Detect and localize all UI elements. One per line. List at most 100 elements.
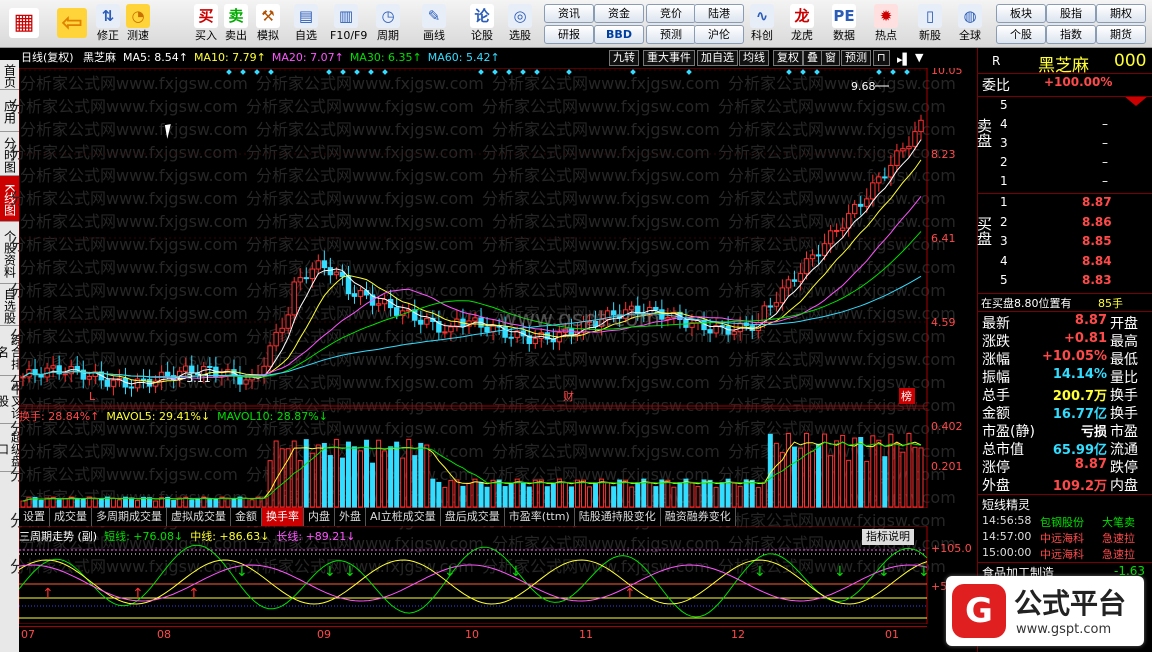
chart-button-均线[interactable]: 均线	[739, 50, 769, 66]
candle-body	[454, 318, 460, 328]
sell-price: –	[1102, 174, 1108, 188]
chart-button-复权[interactable]: 复权	[773, 50, 803, 66]
toolbar-pill-板块[interactable]: 板块	[996, 4, 1046, 23]
volume-bar	[80, 498, 86, 508]
toolbar-button-自选[interactable]: ▤ 自选	[290, 2, 322, 46]
toolbar-button-龙虎[interactable]: 龙龙虎	[786, 2, 818, 46]
toolbar-button-选股[interactable]: ◎ 选股	[504, 2, 536, 46]
toolbar-button-模拟[interactable]: ⚒ 模拟	[252, 2, 284, 46]
toolbar-button-科创[interactable]: ∿ 科创	[746, 2, 778, 46]
candle-body	[279, 327, 285, 333]
chart-button-窗[interactable]: 窗	[821, 50, 840, 66]
toolbar-button-买入[interactable]: 买买入	[190, 2, 222, 46]
volume-bar	[647, 482, 653, 508]
indicator-tab-盘后成交量[interactable]: 盘后成交量	[440, 508, 505, 526]
short-elf-row[interactable]: 14:56:58 包钢股份 大笔卖	[978, 514, 1152, 530]
short-elf-row[interactable]: 14:57:00 中远海科 急速拉	[978, 530, 1152, 546]
volume-bar	[98, 498, 104, 508]
candle-body	[894, 150, 900, 166]
toolbar-pill-指数[interactable]: 指数	[1046, 25, 1096, 44]
indicator-tab-融资融券变化[interactable]: 融资融券变化	[660, 508, 736, 526]
left-tab-K线图[interactable]: K线图	[0, 176, 19, 222]
toolbar-button-label: 周期	[377, 29, 399, 42]
ma-label: MA30: 6.35↑	[349, 51, 422, 64]
toolbar-pill-期货[interactable]: 期货	[1096, 25, 1146, 44]
toolbar-button-修正[interactable]: ⇅ 修正	[92, 2, 124, 46]
stat-label-right: 内盘	[1110, 478, 1138, 494]
short-elf-time: 14:57:00	[982, 530, 1032, 543]
x-axis-label: 10	[465, 628, 479, 641]
x-axis: 07 08 09 10 11 12 01	[19, 626, 927, 652]
toolbar-button-卖出[interactable]: 卖卖出	[220, 2, 252, 46]
indicator-tab-陆股通持股变化[interactable]: 陆股通持股变化	[574, 508, 661, 526]
toolbar-pill-沪伦[interactable]: 沪伦	[694, 25, 744, 44]
volume-bar	[785, 433, 791, 508]
candle-body	[821, 243, 828, 256]
candle-body	[779, 287, 786, 304]
toolbar-pill-预测[interactable]: 预测	[646, 25, 696, 44]
dropdown-icon[interactable]: ▼	[915, 48, 923, 68]
short-elf-event: 急速拉	[1102, 548, 1135, 561]
toolbar-button-数据[interactable]: PE 数据	[828, 2, 860, 46]
toolbar-pill-研报[interactable]: 研报	[544, 25, 594, 44]
indicator-tab-多周期成交量[interactable]: 多周期成交量	[92, 508, 167, 526]
left-tab-综合排名[interactable]: 综合排名	[0, 326, 24, 376]
left-tab-牛叉诊股[interactable]: 牛叉诊股	[0, 376, 24, 424]
menu-arrow-icon[interactable]: ▸▌	[897, 50, 911, 70]
toolbar-button-热点[interactable]: ✹ 热点	[870, 2, 902, 46]
chart-button-预测[interactable]: 预测	[841, 50, 871, 66]
short-elf-row[interactable]: 15:00:00 中远海科 急速拉	[978, 546, 1152, 562]
left-tab-个股资料[interactable]: 个股资料	[0, 222, 19, 284]
stat-label-right: 换手	[1110, 388, 1138, 404]
indicator-tab-设置[interactable]: 设置	[19, 508, 50, 526]
toolbar-pill-个股[interactable]: 个股	[996, 25, 1046, 44]
indicator-tab-AI立桩成交量[interactable]: AI立桩成交量	[366, 508, 441, 526]
toolbar-button-back-arrow-icon[interactable]: ⇦	[52, 2, 92, 46]
volume-bar	[309, 452, 315, 508]
toolbar-button-画线[interactable]: ✎ 画线	[418, 2, 450, 46]
left-tab-自选股[interactable]: 自选股	[0, 284, 19, 326]
left-tab-分时图[interactable]: 分时图	[0, 132, 19, 176]
indicator-tab-换手率[interactable]: 换手率	[262, 508, 304, 526]
toolbar-pill-BBD[interactable]: BBD	[594, 25, 644, 44]
indicator-tab-金额[interactable]: 金额	[231, 508, 262, 526]
short-elf-stock: 包钢股份	[1040, 516, 1084, 529]
toolbar-button-全球[interactable]: ◍ 全球	[954, 2, 986, 46]
volume-bar	[400, 457, 406, 508]
volume-bar	[508, 482, 514, 508]
chart-button-九转[interactable]: 九转	[609, 50, 639, 66]
toolbar-pill-资金[interactable]: 资金	[594, 4, 644, 23]
chart-button-加自选[interactable]: 加自选	[697, 50, 738, 66]
toolbar-button-F10/F9[interactable]: ▥ F10/F9	[330, 2, 367, 46]
volume-bar	[816, 443, 822, 508]
left-tab-首页[interactable]: 首页	[0, 60, 19, 90]
toolbar-pill-陆港[interactable]: 陆港	[694, 4, 744, 23]
indicator-tab-外盘[interactable]: 外盘	[335, 508, 366, 526]
candle-body	[803, 258, 810, 275]
volume-bar	[442, 486, 448, 508]
candle-body	[912, 131, 918, 147]
toolbar-pill-竞价[interactable]: 竞价	[646, 4, 696, 23]
left-tab-超级盘口[interactable]: 超级盘口	[0, 424, 24, 472]
toolbar-pill-资讯[interactable]: 资讯	[544, 4, 594, 23]
candle-body	[140, 378, 147, 381]
left-tab-应用[interactable]: 应用	[0, 90, 19, 132]
indicator-tab-成交量[interactable]: 成交量	[50, 508, 92, 526]
toolbar-pill-股指[interactable]: 股指	[1046, 4, 1096, 23]
chart-button-重大事件[interactable]: 重大事件	[643, 50, 695, 66]
toolbar-button-测速[interactable]: ◔ 测速	[122, 2, 154, 46]
lock-icon[interactable]: ⊓	[873, 50, 890, 66]
indicator-tab-内盘[interactable]: 内盘	[304, 508, 335, 526]
indicator-tab-虚拟成交量[interactable]: 虚拟成交量	[167, 508, 231, 526]
volume-bar	[834, 440, 840, 508]
watchlist-icon: ▤	[294, 4, 318, 28]
toolbar-button-multi-window-icon[interactable]: ▦	[4, 2, 44, 46]
toolbar-pill-期权[interactable]: 期权	[1096, 4, 1146, 23]
indicator-tab-市盈率(ttm)[interactable]: 市盈率(ttm)	[504, 508, 575, 526]
chart-button-叠[interactable]: 叠	[803, 50, 822, 66]
toolbar-button-周期[interactable]: ◷ 周期	[372, 2, 404, 46]
toolbar-button-label: 选股	[509, 29, 531, 42]
toolbar-button-论股[interactable]: 论论股	[466, 2, 498, 46]
toolbar-button-新股[interactable]: ▯ 新股	[914, 2, 946, 46]
stat-label-right: 跌停	[1110, 460, 1138, 476]
